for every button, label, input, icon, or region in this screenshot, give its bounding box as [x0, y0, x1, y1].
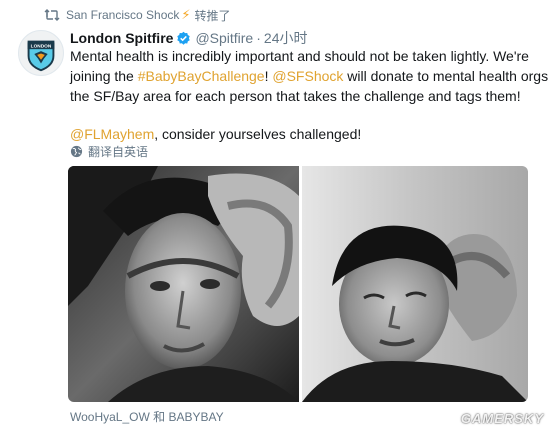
tweet-text: Mental health is incredibly important an…: [70, 46, 550, 144]
tweet-line: joining the #BabyBayChallenge! @SFShock …: [70, 66, 550, 86]
tagged-users[interactable]: WooHyaL_OW 和 BABYBAY: [70, 408, 224, 425]
photo-2[interactable]: [302, 166, 528, 402]
retweet-action: 转推了: [194, 8, 231, 23]
avatar[interactable]: LONDON: [18, 30, 64, 76]
globe-icon: [70, 145, 83, 158]
lightning-bolt-icon: ⚡: [181, 7, 191, 22]
hashtag-link[interactable]: #BabyBayChallenge: [138, 68, 265, 84]
svg-text:LONDON: LONDON: [31, 44, 52, 50]
author-handle[interactable]: @Spitfire: [195, 30, 253, 46]
tweet-header: London Spitfire @Spitfire · 24小时: [70, 28, 307, 48]
tweet-timestamp[interactable]: 24小时: [264, 28, 308, 48]
media-grid: [68, 166, 528, 402]
london-spitfire-logo: LONDON: [27, 40, 55, 72]
tweet-line: the SF/Bay area for each person that tak…: [70, 88, 521, 104]
retweeter-name[interactable]: San Francisco Shock: [66, 8, 179, 22]
retweet-icon: [44, 8, 60, 22]
separator-dot: ·: [256, 30, 261, 46]
author-name[interactable]: London Spitfire: [70, 30, 173, 46]
verified-badge-icon: [176, 31, 191, 46]
photo-2-image: [302, 166, 528, 402]
photo-1[interactable]: [68, 166, 299, 402]
mention-link-sfshock[interactable]: @SFShock: [272, 68, 343, 84]
translate-label: 翻译自英语: [88, 144, 149, 159]
tweet-text-segment: will donate to mental health orgs in: [343, 68, 550, 84]
translate-tweet-link[interactable]: 翻译自英语: [70, 142, 148, 160]
tweet-line: Mental health is incredibly important an…: [70, 48, 529, 64]
tweet-text-segment: joining the: [70, 68, 138, 84]
tweet-line: @FLMayhem, consider yourselves challenge…: [70, 124, 540, 144]
retweet-context[interactable]: San Francisco Shock ⚡ 转推了: [44, 6, 231, 24]
photo-1-image: [68, 166, 299, 402]
tweet-text-segment: , consider yourselves challenged!: [154, 126, 362, 142]
gamersky-watermark: GAMERSKY: [460, 411, 544, 426]
mention-link-flmayhem[interactable]: @FLMayhem: [70, 126, 154, 142]
